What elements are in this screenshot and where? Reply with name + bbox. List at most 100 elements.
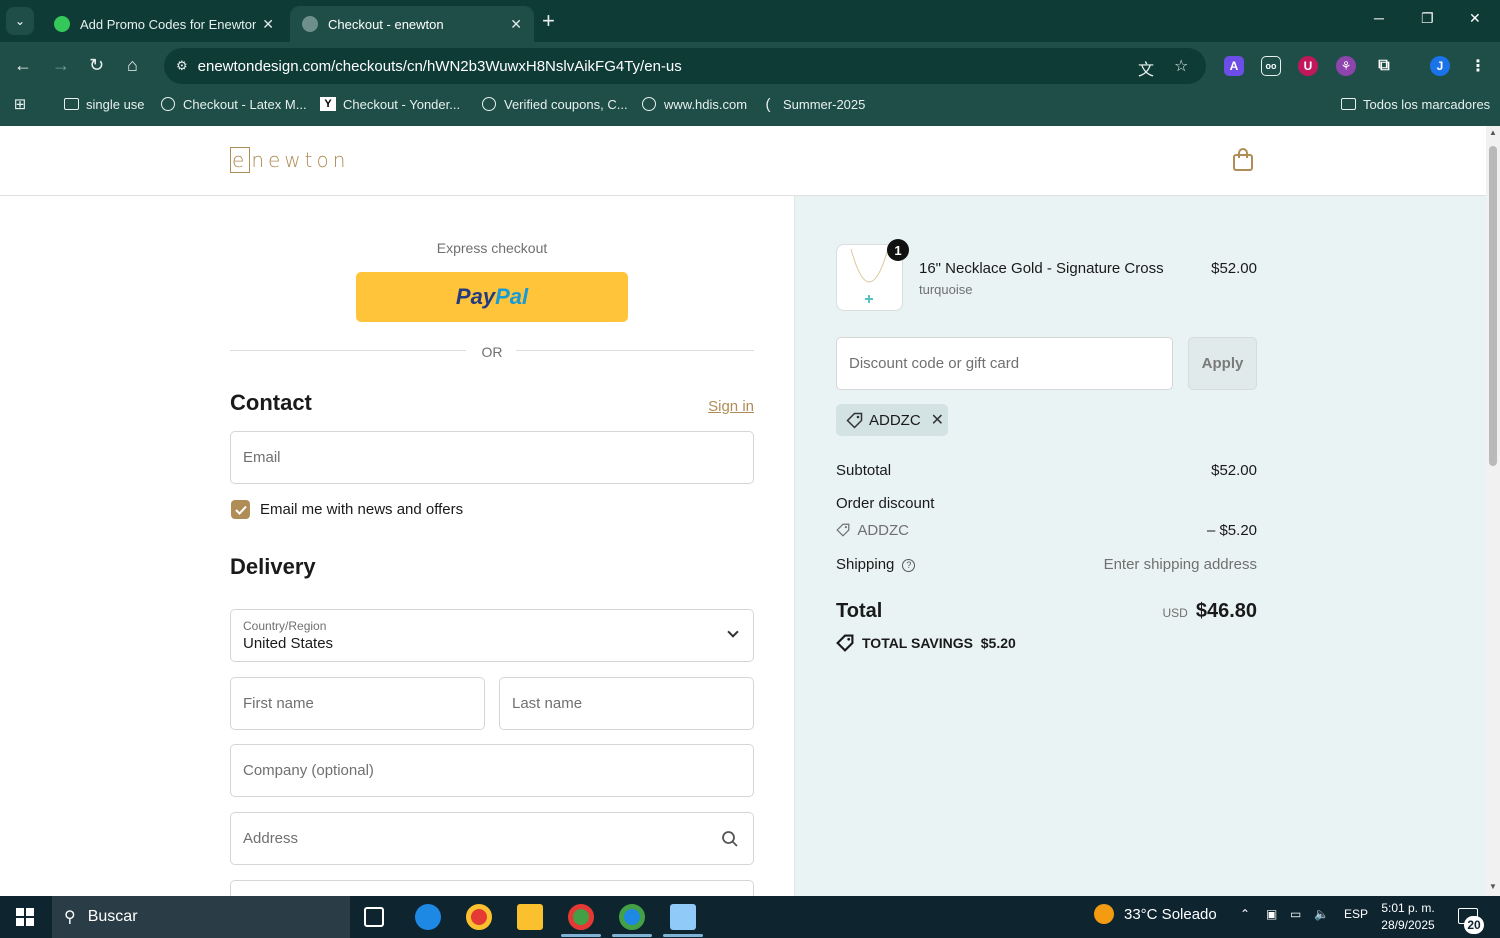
search-icon[interactable]: [721, 830, 739, 848]
bookmark-star-icon[interactable]: ☆: [1174, 56, 1188, 76]
extension-coupon-icon[interactable]: ⚘: [1336, 56, 1356, 76]
subtotal-label: Subtotal: [836, 462, 892, 479]
forward-arrow-icon[interactable]: →: [52, 55, 70, 75]
subtotal-row: Subtotal $52.00: [836, 462, 1257, 479]
file-explorer-icon[interactable]: [517, 904, 543, 930]
meet-icon[interactable]: ▣: [1266, 907, 1277, 921]
bookmark-yonder[interactable]: Y Checkout - Yonder...: [320, 90, 460, 118]
sign-in-link[interactable]: Sign in: [700, 398, 754, 415]
edge-icon[interactable]: [415, 904, 441, 930]
extension-a-icon[interactable]: A: [1224, 56, 1244, 76]
globe-icon: [642, 97, 656, 111]
last-name-placeholder: Last name: [512, 695, 583, 712]
address-field[interactable]: Address: [230, 812, 754, 865]
checkout-form: Express checkout Pay Pal OR Contact Sign …: [0, 196, 794, 896]
currency-code: USD: [1162, 606, 1188, 620]
bookmark-single-use[interactable]: single use: [63, 90, 145, 118]
product-name: 16" Necklace Gold - Signature Cross: [919, 260, 1164, 277]
total-row: Total USD $46.80: [836, 600, 1257, 630]
store-logo[interactable]: e newton: [230, 147, 350, 173]
restore-icon[interactable]: ❐: [1421, 10, 1434, 27]
order-discount-label: Order discount: [836, 495, 935, 512]
scroll-down-icon[interactable]: ▼: [1489, 882, 1497, 891]
last-name-field[interactable]: Last name: [499, 677, 754, 730]
running-indicator: [561, 934, 601, 937]
apartment-field[interactable]: [230, 880, 754, 896]
apps-grid-icon[interactable]: ⊞: [12, 90, 35, 118]
tray-chevron-up-icon[interactable]: ⌃: [1240, 907, 1250, 921]
close-tab-icon[interactable]: ✕: [510, 16, 522, 33]
extension-glasses-icon[interactable]: oo: [1261, 56, 1281, 76]
notepad-icon[interactable]: [670, 904, 696, 930]
bookmark-hdis[interactable]: www.hdis.com: [641, 90, 747, 118]
chevron-down-icon: [727, 626, 739, 638]
news-offers-checkbox[interactable]: [231, 500, 250, 519]
language-indicator[interactable]: ESP: [1344, 907, 1368, 921]
remove-code-icon[interactable]: ✕: [931, 410, 944, 430]
browser-tab-bar: ⌄ Add Promo Codes for Enewton ✕ Checkout…: [0, 0, 1500, 42]
taskbar-search[interactable]: ⚲ Buscar: [52, 896, 350, 938]
bookmarks-bar: ⊞ single use Checkout - Latex M... Y Chec…: [0, 90, 1500, 126]
network-icon[interactable]: ▭: [1290, 907, 1301, 921]
email-field[interactable]: Email: [230, 431, 754, 484]
tab-title: Checkout - enewton: [328, 16, 444, 32]
running-indicator: [612, 934, 652, 937]
extensions-puzzle-icon[interactable]: ⧉: [1374, 56, 1394, 76]
volume-icon[interactable]: 🔈: [1314, 907, 1329, 921]
page-scrollbar[interactable]: ▲ ▼: [1486, 126, 1500, 896]
scroll-up-icon[interactable]: ▲: [1489, 128, 1497, 137]
apply-button[interactable]: Apply: [1188, 337, 1257, 390]
browser-menu-icon[interactable]: ⋮: [1468, 56, 1488, 76]
subtotal-value: $52.00: [1211, 462, 1257, 479]
close-tab-icon[interactable]: ✕: [262, 16, 274, 33]
tab-checkout[interactable]: Checkout - enewton ✕: [290, 6, 534, 42]
shipping-value: Enter shipping address: [1103, 556, 1257, 573]
paypal-button[interactable]: Pay Pal: [356, 272, 628, 322]
bookmark-latex[interactable]: Checkout - Latex M...: [160, 90, 307, 118]
country-label: Country/Region: [243, 619, 327, 633]
reload-icon[interactable]: ↻: [89, 55, 104, 75]
close-window-icon[interactable]: ✕: [1469, 10, 1481, 27]
chrome-icon[interactable]: [466, 904, 492, 930]
discount-code-input[interactable]: Discount code or gift card: [836, 337, 1173, 390]
new-tab-plus-icon[interactable]: +: [542, 9, 555, 33]
chrome-profile-icon[interactable]: [568, 904, 594, 930]
task-view-icon[interactable]: [364, 907, 384, 927]
url-text: enewtondesign.com/checkouts/cn/hWN2b3Wuw…: [197, 57, 682, 75]
bookmark-verified-coupons[interactable]: Verified coupons, C...: [481, 90, 628, 118]
company-field[interactable]: Company (optional): [230, 744, 754, 797]
clock-time: 5:01 p. m.: [1381, 901, 1435, 915]
quantity-badge: 1: [887, 239, 909, 261]
total-value: $46.80: [1195, 600, 1257, 622]
site-info-icon[interactable]: ⚙: [176, 58, 188, 74]
shipping-label: Shipping: [836, 556, 895, 573]
weather-widget[interactable]: 33°C Soleado: [1094, 904, 1217, 924]
minimize-icon[interactable]: ─: [1374, 10, 1384, 26]
globe-icon: [482, 97, 496, 111]
first-name-field[interactable]: First name: [230, 677, 485, 730]
logo-text: newton: [251, 148, 350, 172]
address-bar[interactable]: ⚙ enewtondesign.com/checkouts/cn/hWN2b3W…: [164, 48, 1206, 84]
home-icon[interactable]: ⌂: [127, 55, 138, 75]
order-summary: 1 16" Necklace Gold - Signature Cross tu…: [794, 196, 1486, 896]
tab-search-chevron-icon[interactable]: ⌄: [6, 7, 34, 35]
address-placeholder: Address: [243, 830, 299, 847]
help-circle-icon[interactable]: ?: [902, 559, 916, 572]
profile-avatar[interactable]: J: [1430, 56, 1450, 76]
savings-value: $5.20: [980, 635, 1016, 651]
or-label: OR: [481, 344, 503, 360]
tab-add-promo-codes[interactable]: Add Promo Codes for Enewton ✕: [42, 6, 286, 42]
country-select[interactable]: Country/Region United States: [230, 609, 754, 662]
all-bookmarks[interactable]: Todos los marcadores: [1340, 90, 1490, 118]
scroll-thumb[interactable]: [1489, 146, 1497, 466]
delivery-heading: Delivery: [230, 554, 316, 579]
extension-shield-icon[interactable]: U: [1298, 56, 1318, 76]
windows-start-icon[interactable]: [16, 908, 34, 926]
country-value: United States: [243, 635, 334, 652]
bookmark-summer-2025[interactable]: (Summer-2025: [760, 90, 866, 118]
chrome-active-icon[interactable]: [619, 904, 645, 930]
translate-icon[interactable]: 文: [1138, 56, 1154, 80]
clock[interactable]: 5:01 p. m. 28/9/2025: [1372, 900, 1444, 934]
shopping-bag-icon[interactable]: [1232, 148, 1254, 172]
back-arrow-icon[interactable]: ←: [14, 55, 32, 75]
